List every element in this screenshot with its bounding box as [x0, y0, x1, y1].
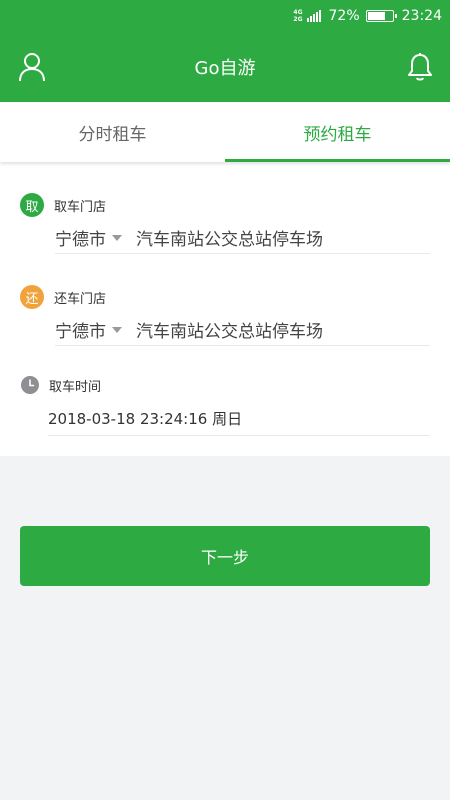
return-badge: 还	[20, 285, 44, 309]
next-step-button[interactable]: 下一步	[20, 526, 430, 586]
app-title: Go自游	[194, 58, 256, 79]
battery-percent: 72%	[328, 8, 360, 24]
mode-tabs: 分时租车 预约租车	[0, 102, 450, 162]
return-city: 宁德市	[55, 322, 106, 342]
tab-reservation-rental[interactable]: 预约租车	[225, 102, 450, 162]
pickup-store-label: 取车门店	[54, 199, 107, 215]
tab-time-rental[interactable]: 分时租车	[0, 102, 225, 162]
return-store-label: 还车门店	[54, 291, 107, 307]
tab-label: 分时租车	[78, 124, 147, 145]
pickup-time-value: 2018-03-18 23:24:16 周日	[48, 410, 243, 428]
clock-icon	[21, 376, 39, 394]
return-store-field: 还 还车门店 宁德市 汽车南站公交总站停车场	[20, 285, 430, 346]
signal-icon	[306, 10, 321, 22]
return-city-select[interactable]: 宁德市	[55, 317, 136, 342]
caret-down-icon	[112, 326, 122, 333]
pickup-store-field: 取 取车门店 宁德市 汽车南站公交总站停车场	[20, 193, 430, 254]
pickup-time-select[interactable]: 2018-03-18 23:24:16 周日	[48, 402, 430, 436]
pickup-city-select[interactable]: 宁德市	[55, 225, 136, 250]
status-time: 23:24	[401, 8, 442, 24]
network-indicator: 4G 2G	[293, 9, 302, 23]
caret-down-icon	[112, 234, 122, 241]
pickup-store-select[interactable]: 汽车南站公交总站停车场	[136, 225, 323, 250]
pickup-time-field: 取车时间 2018-03-18 23:24:16 周日	[20, 374, 430, 436]
battery-icon	[365, 10, 397, 22]
user-icon[interactable]	[18, 52, 46, 82]
return-store-select[interactable]: 汽车南站公交总站停车场	[136, 317, 323, 342]
pickup-city: 宁德市	[55, 230, 106, 250]
tab-label: 预约租车	[303, 124, 372, 145]
network-bottom-label: 2G	[293, 16, 303, 23]
network-top-label: 4G	[293, 9, 303, 16]
app-bar: Go自游	[0, 32, 450, 102]
pickup-time-label: 取车时间	[49, 379, 102, 395]
battery-fill	[367, 12, 385, 20]
reservation-form: 取 取车门店 宁德市 汽车南站公交总站停车场 还 还车门店 宁德市 汽车南站公交…	[0, 162, 450, 456]
status-bar: 4G 2G 72% 23:24	[0, 0, 450, 32]
pickup-badge: 取	[20, 193, 44, 217]
bell-icon[interactable]	[406, 52, 434, 82]
